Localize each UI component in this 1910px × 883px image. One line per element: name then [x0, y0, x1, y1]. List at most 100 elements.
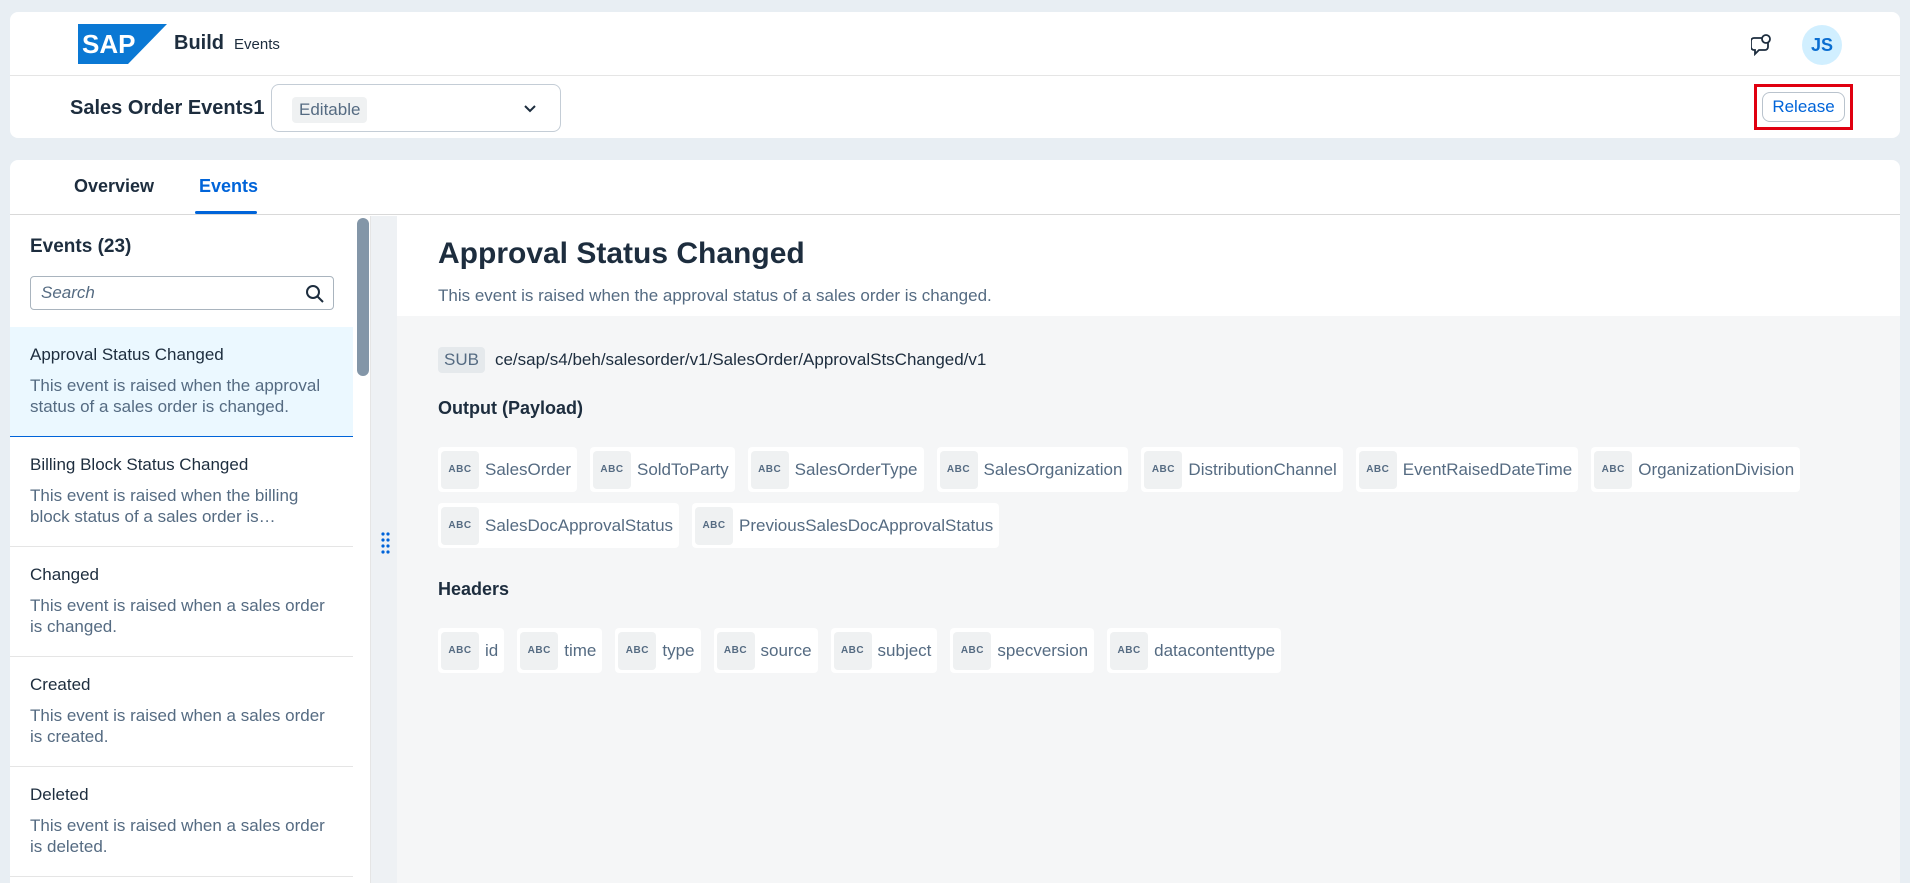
list-item-title: Changed [30, 565, 100, 584]
field-chip[interactable]: ABC type [615, 628, 701, 673]
state-select[interactable]: Editable [271, 84, 561, 132]
field-name: datacontenttype [1154, 640, 1276, 660]
string-type-icon: ABC [716, 631, 755, 670]
string-type-icon: ABC [750, 450, 789, 489]
sap-logo[interactable]: SAP [78, 24, 167, 64]
pane-splitter[interactable] [370, 216, 397, 883]
subscription-tag: SUB [438, 347, 485, 373]
output-payload-heading: Output (Payload) [438, 398, 583, 418]
field-name: time [564, 640, 597, 660]
tab-overview[interactable]: Overview [74, 176, 154, 197]
list-item[interactable]: Changed This event is raised when a sale… [10, 547, 353, 657]
search-icon[interactable] [305, 284, 325, 304]
field-chip[interactable]: ABC SalesOrderType [747, 447, 924, 492]
chevron-down-icon [524, 105, 536, 113]
field-chip[interactable]: ABC id [438, 628, 505, 673]
sap-logo-text: SAP [82, 29, 135, 59]
main-card: Overview Events Events (23) Approval Sta… [10, 160, 1900, 883]
product-subtitle: Events [234, 36, 280, 53]
field-chip[interactable]: ABC PreviousSalesDocApprovalStatus [692, 503, 1000, 548]
object-header: Sales Order Events1 Editable Release [10, 76, 1900, 138]
string-type-icon: ABC [1110, 631, 1149, 670]
event-topic: SUB ce/sap/s4/beh/salesorder/v1/SalesOrd… [438, 347, 986, 373]
tab-bar: Overview Events [10, 160, 1900, 215]
field-chip[interactable]: ABC subject [830, 628, 938, 673]
package-title: Sales Order Events1 [70, 97, 265, 119]
tab-events[interactable]: Events [199, 176, 258, 197]
field-chip[interactable]: ABC SalesOrganization [936, 447, 1129, 492]
event-description: This event is raised when the approval s… [438, 286, 992, 305]
field-name: SalesOrder [485, 459, 571, 479]
field-chip[interactable]: ABC DistributionChannel [1141, 447, 1343, 492]
list-item-description: This event is raised when a sales order … [30, 706, 325, 746]
string-type-icon: ABC [1594, 450, 1633, 489]
topic-path: ce/sap/s4/beh/salesorder/v1/SalesOrder/A… [494, 350, 987, 369]
field-name: SalesOrganization [983, 459, 1123, 479]
field-chip[interactable]: ABC OrganizationDivision [1591, 447, 1801, 492]
release-button[interactable]: Release [1762, 92, 1845, 122]
scrollbar-thumb[interactable] [357, 218, 369, 376]
field-name: type [662, 640, 695, 660]
list-item-description: This event is raised when the approval s… [30, 376, 321, 416]
string-type-icon: ABC [441, 450, 479, 489]
string-type-icon: ABC [833, 631, 872, 670]
field-name: id [485, 640, 499, 660]
list-item-title: Billing Block Status Changed [30, 455, 249, 474]
event-title: Approval Status Changed [438, 237, 805, 270]
list-item[interactable]: Approval Status Changed This event is ra… [10, 327, 353, 437]
list-item-description: This event is raised when the billing bl… [30, 486, 299, 526]
list-item[interactable]: Deleted This event is raised when a sale… [10, 767, 353, 877]
string-type-icon: ABC [1358, 450, 1397, 489]
field-name: SalesOrderType [794, 459, 918, 479]
field-name: DistributionChannel [1188, 459, 1337, 479]
events-list: Approval Status Changed This event is ra… [10, 327, 353, 877]
field-name: PreviousSalesDocApprovalStatus [739, 515, 994, 535]
field-chip[interactable]: ABC specversion [950, 628, 1095, 673]
field-name: OrganizationDivision [1638, 459, 1795, 479]
list-item-description: This event is raised when a sales order … [30, 816, 325, 856]
field-name: EventRaisedDateTime [1402, 459, 1573, 479]
field-chip[interactable]: ABC EventRaisedDateTime [1355, 447, 1579, 492]
events-count-heading: Events (23) [30, 236, 132, 257]
string-type-icon: ABC [939, 450, 978, 489]
list-item[interactable]: Billing Block Status Changed This event … [10, 437, 353, 547]
output-fields: ABC SalesOrder ABC SoldToParty ABC SalesOrder… [438, 447, 1878, 548]
search-field[interactable] [30, 276, 334, 310]
shell-bar: SAP Build Events JS [10, 12, 1900, 76]
search-input[interactable] [41, 281, 301, 305]
field-chip[interactable]: ABC time [517, 628, 603, 673]
list-item-title: Deleted [30, 785, 89, 804]
string-type-icon: ABC [441, 506, 479, 545]
headers-heading: Headers [438, 579, 510, 599]
string-type-icon: ABC [520, 631, 559, 670]
field-name: source [760, 640, 812, 660]
header-fields: ABC id ABC time ABC type ABC source ABC subject AB… [438, 628, 1878, 673]
release-highlight: Release [1754, 84, 1853, 130]
field-name: SoldToParty [636, 459, 729, 479]
field-chip[interactable]: ABC SoldToParty [589, 447, 735, 492]
string-type-icon: ABC [1144, 450, 1183, 489]
list-item-description: This event is raised when a sales order … [30, 596, 325, 636]
event-detail-panel: Approval Status Changed This event is ra… [397, 216, 1900, 883]
field-name: specversion [997, 640, 1089, 660]
string-type-icon: ABC [441, 631, 479, 670]
user-avatar[interactable]: JS [1802, 25, 1842, 65]
detail-header: Approval Status Changed This event is ra… [397, 216, 1900, 316]
state-value: Editable [292, 97, 368, 123]
list-scrollbar[interactable] [355, 216, 370, 883]
field-chip[interactable]: ABC datacontenttype [1107, 628, 1282, 673]
field-chip[interactable]: ABC source [713, 628, 818, 673]
list-item-title: Created [30, 675, 91, 694]
string-type-icon: ABC [695, 506, 734, 545]
field-chip[interactable]: ABC SalesOrder [438, 447, 577, 492]
active-tab-indicator [195, 211, 257, 214]
feedback-icon [1751, 34, 1771, 56]
field-name: subject [877, 640, 932, 660]
string-type-icon: ABC [592, 450, 631, 489]
field-name: SalesDocApprovalStatus [485, 515, 674, 535]
list-item[interactable]: Created This event is raised when a sale… [10, 657, 353, 767]
feedback-button[interactable] [1747, 30, 1777, 60]
grip-handle-icon[interactable] [381, 532, 390, 554]
field-chip[interactable]: ABC SalesDocApprovalStatus [438, 503, 680, 548]
list-item-title: Approval Status Changed [30, 345, 224, 364]
